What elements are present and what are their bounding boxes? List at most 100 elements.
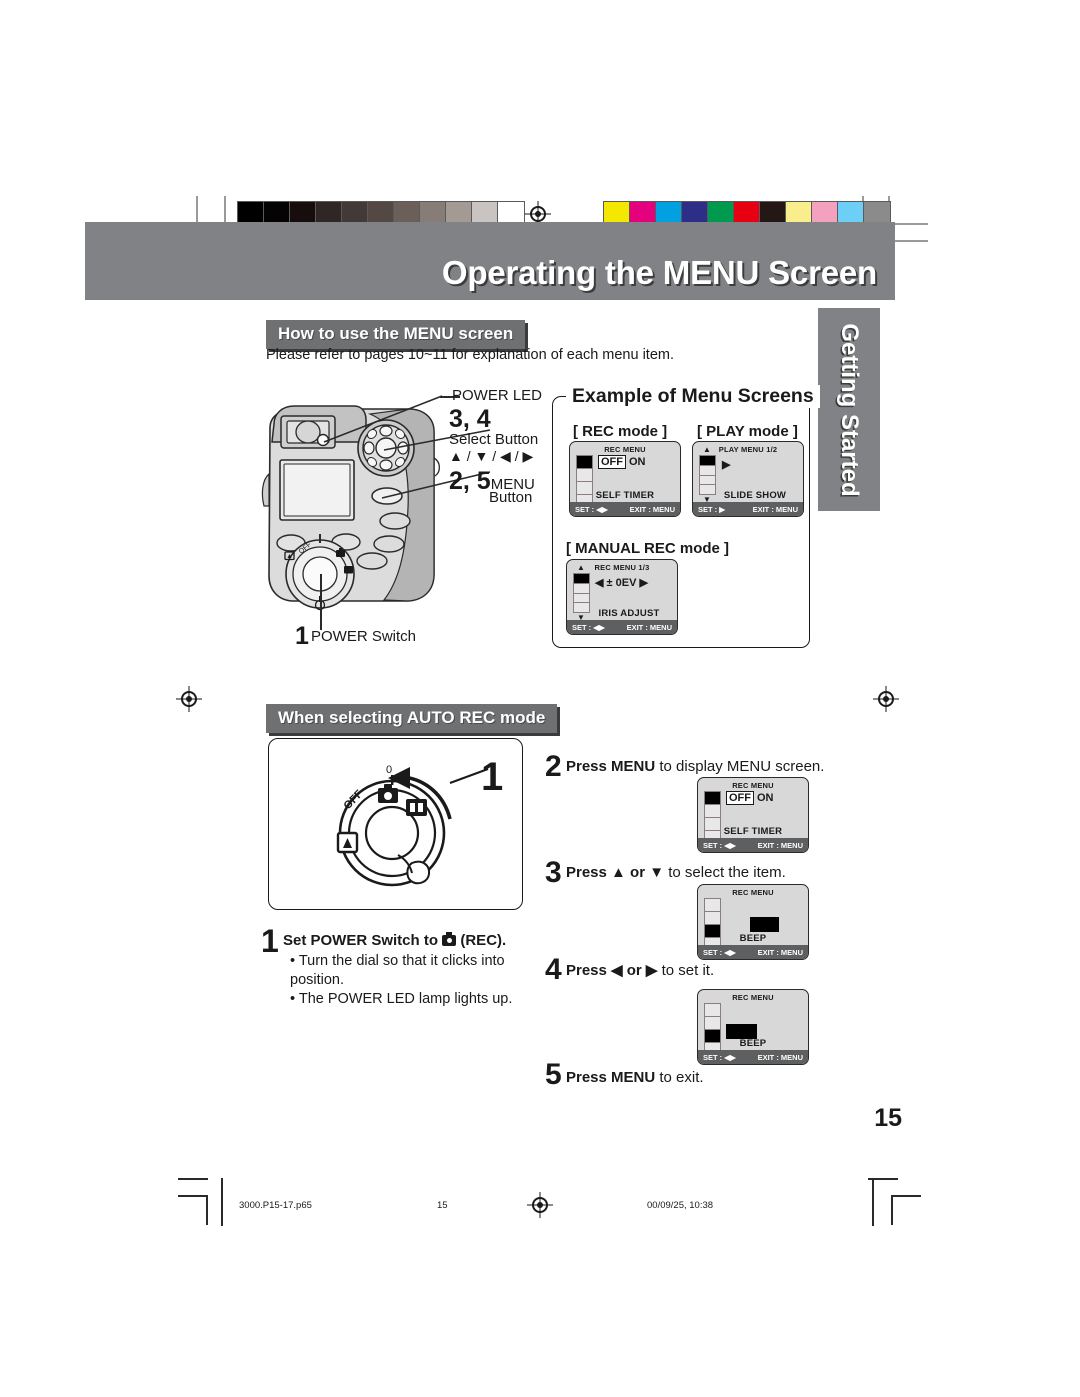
lcd-rec-example: REC MENU OFF ON SELF TIMER SET : ◀▶ EXIT … [569,441,681,517]
crop-mark-br-corner-h [891,1195,921,1197]
step-3-text: Press ▲ or ▼ to select the item. [566,864,786,881]
lcd-exit-hint: EXIT : MENU [626,622,672,632]
step-3-text-bold: Press ▲ or ▼ [566,864,665,881]
lcd-rec-example-value-selected: OFF [598,455,626,469]
step-1-bullets: • Turn the dial so that it clicks into p… [290,952,512,1009]
lcd-set-hint: SET : ▶ [698,504,726,514]
callout-select-button: Select Button [449,431,539,448]
rail-cell [705,805,720,818]
rec-camera-icon [442,932,457,946]
document-page: Operating the MENU Screen Getting Starte… [0,0,1080,1397]
page-title-bar: Operating the MENU Screen [85,222,895,300]
label-play-mode: [ PLAY mode ] [697,423,798,440]
lcd-manual-example-bottombar: SET : ◀▶ EXIT : MENU [567,620,677,634]
lcd-rec-example-title: REC MENU [604,445,646,454]
step-4-text-rest: to set it. [657,962,715,979]
lcd-step4-value-block [726,1024,757,1039]
registration-mark-bottom [527,1192,553,1218]
lcd-play-example: PLAY MENU 1/2 ▲ ▼ ▶ SLIDE SHOW SET : ▶ E… [692,441,804,517]
step-4-number: 4 [545,953,562,986]
step-1-text: Set POWER Switch to (REC). [283,932,506,949]
lcd-set-hint: SET : ◀▶ [703,1052,736,1062]
rail-cell [705,792,720,805]
rail-cell [574,574,589,584]
crop-mark-br-v [872,1178,874,1226]
rail-cell [574,583,589,594]
rail-cell [700,465,715,476]
step-2-text-rest: to display MENU screen. [655,758,825,775]
lcd-exit-hint: EXIT : MENU [752,504,798,514]
step-3-number: 3 [545,856,562,889]
crop-mark-br-corner-v [891,1195,893,1225]
lcd-rec-example-value-other: ON [629,456,646,468]
step-4-text-bold: Press ◀ or ▶ [566,962,658,979]
registration-mark-right [873,686,899,712]
step-2-text: Press MENU to display MENU screen. [566,758,824,775]
rail-cell [705,912,720,925]
lcd-step2-item: SELF TIMER [723,826,783,837]
example-menu-screens-title: Example of Menu Screens [566,385,820,408]
lcd-set-hint: SET : ◀▶ [703,947,736,957]
step-5-text-bold: Press MENU [566,1069,656,1086]
step-1-bullet-2: • The POWER LED lamp lights up. [290,991,513,1008]
section-heading-how-to-use: How to use the MENU screen [266,320,526,349]
lcd-step2-value-selected: OFF [726,791,754,805]
chapter-side-tab-label: Getting Started [836,322,863,497]
step-4-text: Press ◀ or ▶ to set it. [566,961,714,979]
lcd-step4-title: REC MENU [732,993,774,1002]
lcd-play-example-value-other: ▶ [722,459,731,471]
lcd-play-up-arrow-icon: ▲ [703,445,711,454]
callout-power-switch-number: 1 [295,622,309,650]
lcd-step3-bottombar: SET : ◀▶ EXIT : MENU [698,945,808,959]
crop-mark-bl-v [221,1178,223,1226]
lcd-step3-value-block [750,917,779,932]
registration-mark-left [176,686,202,712]
lcd-step2: REC MENU OFF ON SELF TIMER SET : ◀▶ EXIT … [697,777,809,853]
lcd-rec-example-bottombar: SET : ◀▶ EXIT : MENU [570,502,680,516]
footer-filename: 3000.P15-17.p65 [239,1200,312,1211]
page-title: Operating the MENU Screen [441,254,877,291]
callout-select-arrows: ▲ / ▼ / ◀ / ▶ [449,448,534,464]
callout-power-led: POWER LED [452,387,543,404]
step-3-text-rest: to select the item. [664,864,786,881]
step-1-bullet-1b: position. [290,972,345,989]
leader-power-switch-v [320,574,322,630]
lcd-manual-example-value-other: ◀ ± 0EV ▶ [595,577,648,589]
step-5-text-rest: to exit. [655,1069,704,1086]
step-5-number: 5 [545,1058,562,1091]
rail-cell [705,899,720,912]
lcd-step2-title: REC MENU [732,781,774,790]
lcd-exit-hint: EXIT : MENU [757,840,803,850]
crop-mark-bl-corner-v [206,1195,208,1225]
lcd-manual-example: REC MENU 1/3 ▲ ▼ ◀ ± 0EV ▶ IRIS ADJUST S… [566,559,678,635]
lcd-step2-value: OFF ON [726,791,774,805]
section1-intro-text: Please refer to pages 10~11 for explanat… [266,347,675,363]
svg-text:0: 0 [386,764,392,776]
crop-mark-bl-corner-h [178,1195,208,1197]
lcd-manual-up-arrow-icon: ▲ [577,563,585,572]
callout-power-switch-label: POWER Switch [311,628,417,645]
lcd-manual-example-value: ◀ ± 0EV ▶ [595,576,648,589]
label-manual-rec-mode: [ MANUAL REC mode ] [566,540,730,557]
lcd-step4-item: BEEP [739,1038,767,1049]
rail-cell [700,475,715,486]
chapter-side-tab: Getting Started [818,308,880,511]
label-rec-mode: [ REC mode ] [573,423,668,440]
lcd-exit-hint: EXIT : MENU [757,947,803,957]
crop-mark-bl-h [178,1178,208,1180]
step-1-text-before: Set POWER Switch to [283,932,439,949]
section-heading-auto-rec: When selecting AUTO REC mode [266,704,558,733]
callout-step-25-number: 2, 5 [449,467,491,495]
page-number: 15 [874,1104,902,1132]
step-1-number: 1 [261,923,279,959]
lcd-play-example-value: ▶ [722,458,730,471]
lcd-step2-value-other: ON [757,792,774,804]
lcd-set-hint: SET : ◀▶ [575,504,608,514]
step-2-text-bold: Press MENU [566,758,656,775]
lcd-play-example-rail [699,455,716,495]
lcd-step2-bottombar: SET : ◀▶ EXIT : MENU [698,838,808,852]
footer-page: 15 [437,1200,448,1211]
step-1-bullet-1: • Turn the dial so that it clicks into [290,953,505,969]
lcd-exit-hint: EXIT : MENU [757,1052,803,1062]
step-1-text-after: (REC). [460,932,507,949]
